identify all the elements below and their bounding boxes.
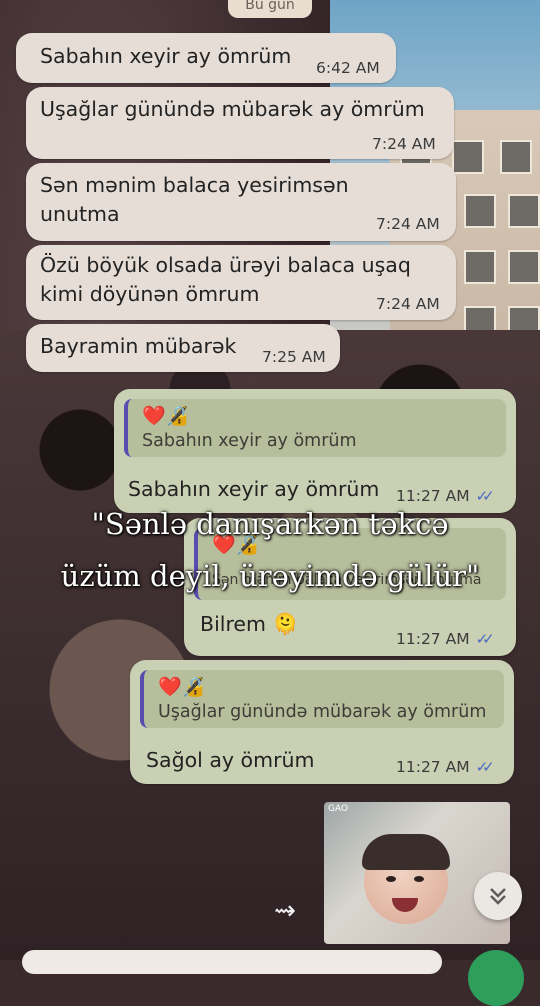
heart-lock-emoji: ❤️🔏 bbox=[142, 405, 190, 427]
caption-line: "Sənlə danışarkən təkcə bbox=[91, 507, 449, 541]
date-chip: Bu gün bbox=[228, 0, 312, 18]
quoted-reply[interactable]: ❤️🔏 Uşağlar günündə mübarək ay ömrüm bbox=[140, 670, 504, 728]
message-time: 11:27 AM ✓✓ bbox=[396, 630, 495, 648]
outgoing-message[interactable]: ❤️🔏 Uşağlar günündə mübarək ay ömrüm Sağ… bbox=[130, 660, 514, 784]
message-time: 7:24 AM bbox=[376, 295, 440, 313]
quoted-reply[interactable]: ❤️🔏 Sabahın xeyir ay ömrüm bbox=[124, 399, 506, 457]
forward-icon[interactable]: ⇝ bbox=[266, 894, 304, 928]
message-text: Uşağlar günündə mübarək ay ömrüm bbox=[40, 97, 425, 121]
photo-message[interactable]: GAO bbox=[324, 802, 510, 944]
message-text: Bilrem 🫠 bbox=[200, 612, 299, 636]
double-chevron-down-icon[interactable] bbox=[474, 872, 522, 920]
mic-button[interactable] bbox=[468, 950, 524, 1006]
heart-lock-emoji: ❤️🔏 bbox=[158, 676, 206, 698]
caption-line: üzüm deyil, ürəyimdə gülür" bbox=[60, 559, 480, 593]
incoming-message[interactable]: Bayramin mübarək 7:25 AM bbox=[26, 324, 340, 372]
incoming-message[interactable]: Sən mənim balaca yesirimsən unutma 7:24 … bbox=[26, 163, 456, 241]
message-time: 7:25 AM bbox=[262, 348, 326, 366]
outgoing-message[interactable]: ❤️🔏 Sabahın xeyir ay ömrüm Sabahın xeyir… bbox=[114, 389, 516, 513]
incoming-message[interactable]: Özü böyük olsada ürəyi balaca uşaq kimi … bbox=[26, 245, 456, 320]
overlay-caption: "Sənlə danışarkən təkcə üzüm deyil, ürəy… bbox=[0, 498, 540, 602]
message-text: unutma bbox=[40, 202, 120, 226]
read-ticks-icon: ✓✓ bbox=[475, 630, 495, 648]
read-ticks-icon: ✓✓ bbox=[475, 758, 495, 776]
incoming-message[interactable]: Uşağlar günündə mübarək ay ömrüm 7:24 AM bbox=[26, 87, 454, 159]
quoted-text: Sabahın xeyir ay ömrüm bbox=[142, 431, 357, 451]
message-time: 6:42 AM bbox=[316, 59, 380, 77]
message-text: Sən mənim balaca yesirimsən bbox=[40, 173, 349, 197]
message-text: Bayramin mübarək bbox=[40, 334, 237, 358]
message-time: 7:24 AM bbox=[372, 135, 436, 153]
message-input[interactable] bbox=[22, 950, 442, 974]
message-text: Özü böyük olsada ürəyi balaca uşaq bbox=[40, 253, 411, 277]
message-text: kimi döyünən ömrum bbox=[40, 282, 260, 306]
message-time: 11:27 AM ✓✓ bbox=[396, 758, 495, 776]
incoming-message[interactable]: Sabahın xeyir ay ömrüm 6:42 AM bbox=[16, 33, 396, 83]
message-text: Sağol ay ömrüm bbox=[146, 748, 315, 772]
message-text: Sabahın xeyir ay ömrüm bbox=[40, 44, 292, 68]
quoted-text: Uşağlar günündə mübarək ay ömrüm bbox=[158, 702, 487, 722]
photo-watermark: GAO bbox=[328, 804, 349, 814]
message-time: 7:24 AM bbox=[376, 215, 440, 233]
